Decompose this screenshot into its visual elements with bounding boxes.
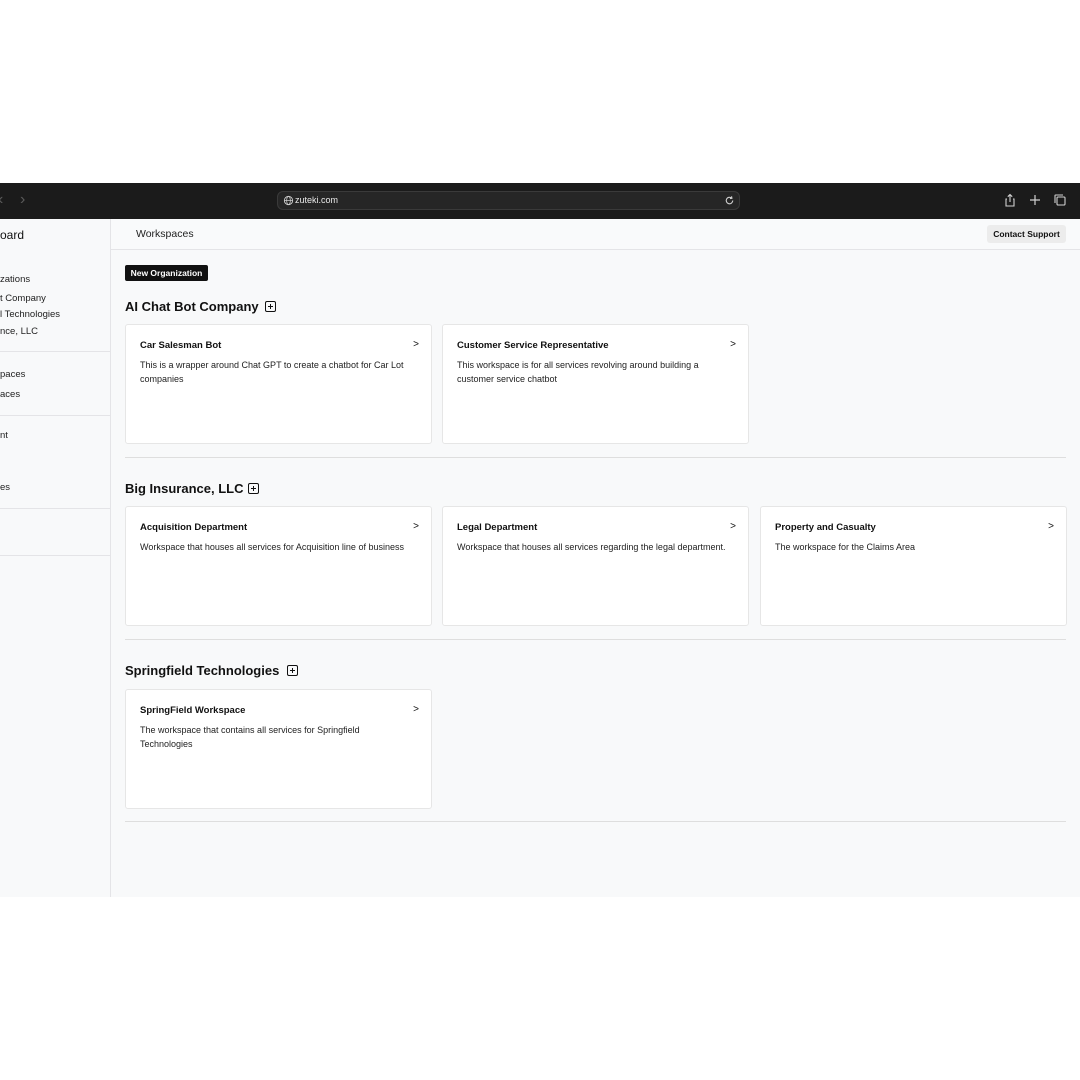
page-header: Workspaces Contact Support: [111, 219, 1080, 250]
browser-toolbar: ‹ › zuteki.com: [0, 183, 1080, 219]
chevron-right-icon: >: [730, 521, 736, 532]
sidebar-item-ai-chat-bot-company[interactable]: t Company: [0, 293, 46, 304]
main-content: Workspaces Contact Support New Organizat…: [111, 219, 1080, 897]
org-title: Big Insurance, LLC: [125, 481, 244, 496]
section-divider: [125, 821, 1066, 822]
share-icon[interactable]: [1003, 193, 1017, 207]
add-workspace-icon[interactable]: [287, 665, 298, 676]
sidebar-title: oard: [0, 228, 25, 242]
url-text: zuteki.com: [295, 195, 339, 205]
section-divider: [125, 457, 1066, 458]
reload-icon[interactable]: [723, 194, 736, 207]
sidebar-item-big-insurance[interactable]: nce, LLC: [0, 326, 38, 337]
chevron-right-icon: >: [1048, 521, 1054, 532]
workspace-card[interactable]: Legal Department > Workspace that houses…: [442, 506, 749, 626]
chevron-right-icon: >: [413, 339, 419, 350]
chevron-right-icon: >: [413, 521, 419, 532]
sidebar-item-all-workspaces[interactable]: aces: [0, 389, 20, 400]
workspace-card-description: Workspace that houses all services for A…: [140, 542, 404, 552]
forward-arrow-icon[interactable]: ›: [20, 191, 25, 209]
workspace-card[interactable]: Customer Service Representative > This w…: [442, 324, 749, 444]
workspace-card-title: SpringField Workspace: [140, 705, 246, 716]
chevron-right-icon: >: [730, 339, 736, 350]
sidebar-item-account[interactable]: nt: [0, 430, 8, 441]
sidebar-divider: [0, 555, 111, 556]
sidebar-divider: [0, 415, 111, 416]
new-tab-icon[interactable]: [1028, 193, 1042, 207]
add-workspace-icon[interactable]: [265, 301, 276, 312]
workspace-card[interactable]: Car Salesman Bot > This is a wrapper aro…: [125, 324, 432, 444]
globe-icon: [283, 195, 294, 206]
org-title: AI Chat Bot Company: [125, 299, 259, 314]
app-window: ‹ › zuteki.com oard zations: [0, 183, 1080, 897]
contact-support-button[interactable]: Contact Support: [987, 225, 1066, 243]
sidebar: oard zations t Company l Technologies nc…: [0, 219, 111, 897]
page-title: Workspaces: [136, 228, 194, 240]
workspace-card-description: This workspace is for all services revol…: [457, 360, 699, 384]
workspace-card-description: Workspace that houses all services regar…: [457, 542, 726, 552]
org-title: Springfield Technologies: [125, 663, 280, 678]
section-divider: [125, 639, 1066, 640]
workspace-card-description: This is a wrapper around Chat GPT to cre…: [140, 360, 404, 384]
workspace-card-title: Acquisition Department: [140, 522, 248, 533]
workspace-card-title: Customer Service Representative: [457, 340, 609, 351]
chevron-right-icon: >: [413, 704, 419, 715]
sidebar-item-springfield-technologies[interactable]: l Technologies: [0, 309, 60, 320]
sidebar-item-services[interactable]: es: [0, 482, 10, 493]
sidebar-divider: [0, 351, 111, 352]
workspace-card-title: Car Salesman Bot: [140, 340, 222, 351]
new-organization-button[interactable]: New Organization: [125, 265, 208, 281]
sidebar-item-workspaces[interactable]: paces: [0, 369, 25, 380]
add-workspace-icon[interactable]: [248, 483, 259, 494]
sidebar-divider: [0, 508, 111, 509]
back-arrow-icon[interactable]: ‹: [0, 191, 3, 209]
workspace-card-title: Legal Department: [457, 522, 538, 533]
workspace-card[interactable]: Acquisition Department > Workspace that …: [125, 506, 432, 626]
tabs-overview-icon[interactable]: [1053, 193, 1067, 207]
workspace-card-title: Property and Casualty: [775, 522, 876, 533]
address-bar[interactable]: zuteki.com: [277, 191, 740, 210]
workspace-card[interactable]: Property and Casualty > The workspace fo…: [760, 506, 1067, 626]
workspace-card-description: The workspace that contains all services…: [140, 725, 360, 749]
sidebar-item-organizations[interactable]: zations: [0, 274, 30, 285]
workspace-card-description: The workspace for the Claims Area: [775, 542, 916, 552]
workspace-card[interactable]: SpringField Workspace > The workspace th…: [125, 689, 432, 809]
